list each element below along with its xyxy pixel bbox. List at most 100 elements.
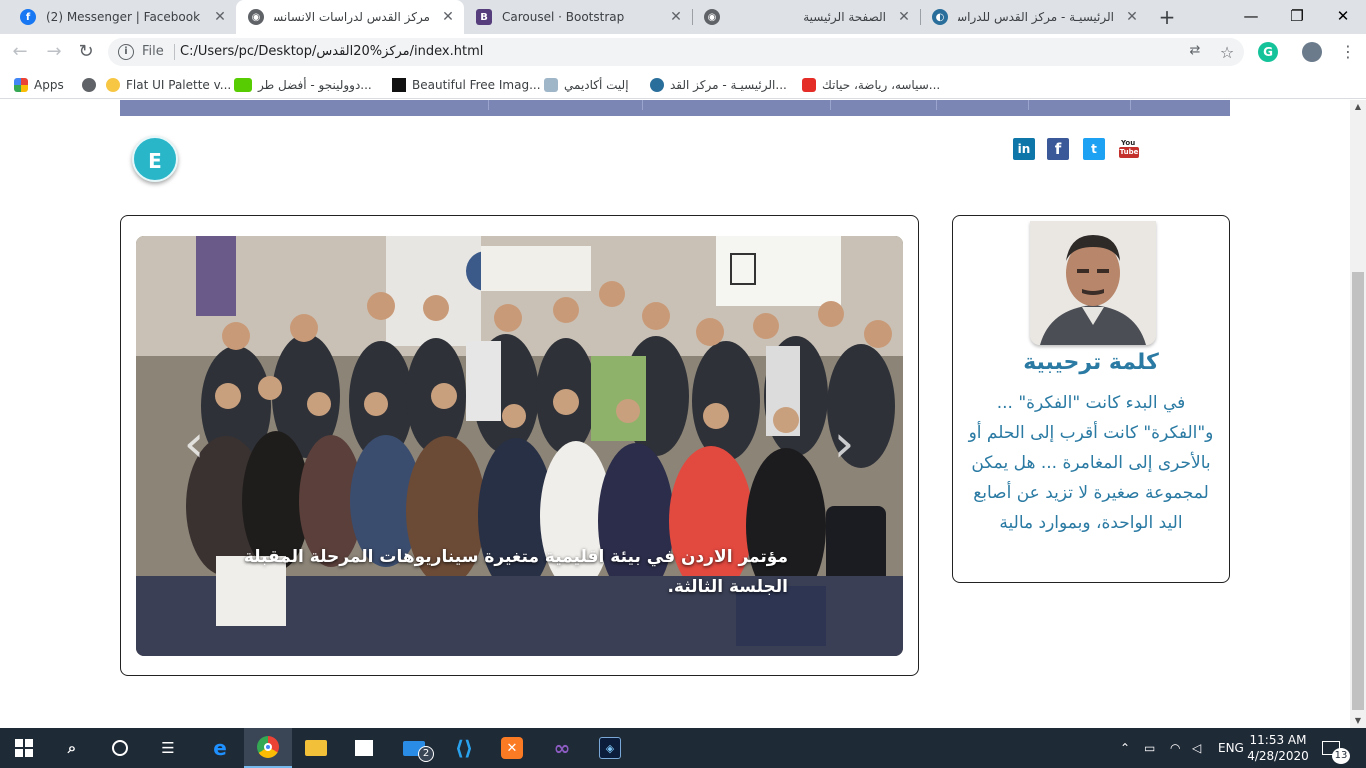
browser-toolbar: ← → ↻ i File C:/Users/pc/Desktop/مركز%20… [0, 34, 1366, 70]
vscode-icon[interactable]: ⟨⟩ [440, 728, 488, 768]
visual-studio-icon[interactable]: ∞ [538, 728, 586, 768]
show-hidden-icons-icon[interactable]: ⌃ [1120, 728, 1130, 768]
close-tab-icon[interactable]: ✕ [210, 9, 230, 25]
linkedin-icon[interactable]: in [1013, 138, 1035, 160]
bookmark-flat-ui[interactable]: Flat UI Palette v... [106, 75, 231, 95]
grammarly-icon[interactable]: G [1258, 42, 1278, 62]
bookmark-duolingo[interactable]: دوولينجو - أفضل طر... [234, 75, 372, 95]
welcome-text: في البدء كانت "الفكرة" ... و"الفكرة" كان… [968, 393, 1214, 533]
photoshop-icon[interactable]: ◈ [586, 728, 634, 768]
menu-icon[interactable]: ⋮ [1334, 38, 1362, 66]
bookmark-news[interactable]: سياسه، رياضة، حياتك... [802, 75, 940, 95]
close-tab-icon[interactable]: ✕ [438, 9, 458, 25]
carousel-slide[interactable]: مؤتمر الاردن في بيئة اقليمية متغيرة سينا… [136, 236, 903, 656]
close-tab-icon[interactable]: ✕ [1122, 9, 1142, 25]
mail-icon[interactable]: 2 [390, 728, 438, 768]
bookmark-apps[interactable]: Apps [14, 75, 64, 95]
taskbar-clock[interactable]: 11:53 AM 4/28/2020 [1246, 732, 1310, 764]
bookmark-unsplash[interactable]: Beautiful Free Imag... [392, 75, 541, 95]
bootstrap-icon: B [476, 9, 492, 25]
chrome-icon[interactable] [244, 728, 292, 768]
tab-current[interactable]: ◉ مركز القدس لدراسات الانسانسة ✕ [236, 0, 464, 34]
tab-title: الرئيسيـة - مركز القدس للدراسات [958, 10, 1114, 24]
news-carousel-card: مؤتمر الاردن في بيئة اقليمية متغيرة سينا… [120, 215, 919, 676]
windows-start-icon[interactable] [0, 728, 48, 768]
scroll-down-icon[interactable]: ▼ [1350, 714, 1366, 728]
apps-grid-icon [14, 78, 28, 92]
maximize-button[interactable]: ❐ [1274, 0, 1320, 34]
search-icon[interactable]: ⌕ [48, 728, 96, 768]
cortana-icon[interactable] [96, 728, 144, 768]
minimize-button[interactable]: — [1228, 0, 1274, 34]
close-window-button[interactable]: ✕ [1320, 0, 1366, 34]
clock-date: 4/28/2020 [1247, 749, 1309, 763]
edge-icon[interactable]: e [196, 728, 244, 768]
info-icon[interactable]: i [118, 44, 134, 60]
url-text[interactable]: C:/Users/pc/Desktop/مركز%20القدس/index.h… [180, 44, 483, 59]
globe-icon: ◉ [704, 9, 720, 25]
language-switch-button[interactable]: E [132, 136, 178, 182]
translate-icon[interactable]: ⇄ [1186, 43, 1204, 61]
site-nav-bar [120, 100, 1230, 116]
site-logo-icon: ◐ [932, 9, 948, 25]
scroll-up-icon[interactable]: ▲ [1350, 100, 1366, 114]
duolingo-icon [234, 78, 252, 92]
globe-icon: ◉ [248, 9, 264, 25]
elite-icon [544, 78, 558, 92]
scroll-thumb[interactable] [1352, 272, 1364, 710]
wifi-icon[interactable]: ◠ [1170, 728, 1180, 768]
file-explorer-icon[interactable] [292, 728, 340, 768]
tab-home[interactable]: ◉ الصفحة الرئيسية ✕ [692, 0, 920, 34]
task-view-icon[interactable]: ☰ [144, 728, 192, 768]
bookmark-alquds[interactable]: الرئيسيـة - مركز القد... [650, 75, 787, 95]
tab-alquds[interactable]: ◐ الرئيسيـة - مركز القدس للدراسات ✕ [920, 0, 1148, 34]
tab-title: مركز القدس لدراسات الانسانسة [274, 10, 430, 24]
clock-time: 11:53 AM [1249, 733, 1307, 747]
tab-strip: f (2) Messenger | Facebook ✕ ◉ مركز القد… [0, 0, 1366, 34]
youtube-icon[interactable]: You Tube [1118, 138, 1140, 160]
carousel-next-button[interactable]: › [824, 418, 864, 470]
back-button[interactable]: ← [6, 38, 34, 66]
reload-button[interactable]: ↻ [72, 38, 100, 66]
forward-button[interactable]: → [40, 38, 68, 66]
carousel-prev-button[interactable]: ‹ [174, 418, 214, 470]
site-logo-icon [650, 78, 664, 92]
close-tab-icon[interactable]: ✕ [894, 9, 914, 25]
welcome-card: كلمة ترحيبية في البدء كانت "الفكرة" ... … [952, 215, 1230, 583]
tab-facebook[interactable]: f (2) Messenger | Facebook ✕ [8, 0, 236, 34]
unsplash-icon [392, 78, 406, 92]
battery-icon[interactable]: ▭ [1144, 728, 1155, 768]
tab-title: Carousel · Bootstrap [502, 10, 625, 24]
new-tab-button[interactable]: + [1154, 4, 1180, 30]
bookmark-globe[interactable] [82, 75, 102, 95]
welcome-title: كلمة ترحيبية [1023, 350, 1159, 375]
close-tab-icon[interactable]: ✕ [666, 9, 686, 25]
volume-icon[interactable]: ◁ [1192, 728, 1201, 768]
language-indicator[interactable]: ENG [1218, 728, 1244, 768]
director-portrait [1030, 221, 1156, 345]
tab-title: (2) Messenger | Facebook [46, 10, 201, 24]
tab-title: الصفحة الرئيسية [803, 10, 886, 24]
page-scrollbar[interactable]: ▲ ▼ [1350, 100, 1366, 728]
bookmarks-bar: Apps Flat UI Palette v... دوولينجو - أفض… [0, 70, 1366, 99]
emoji-icon [106, 78, 120, 92]
carousel-caption: مؤتمر الاردن في بيئة اقليمية متغيرة سينا… [243, 547, 788, 597]
page-viewport: E in f t You Tube مؤتمر الاردن في بيئة ا… [0, 100, 1350, 728]
globe-icon [82, 78, 96, 92]
xampp-icon[interactable]: ✕ [488, 728, 536, 768]
notifications-icon[interactable]: 13 [1322, 728, 1350, 768]
url-scheme: File [142, 44, 164, 59]
twitter-icon[interactable]: t [1083, 138, 1105, 160]
address-bar[interactable]: i File C:/Users/pc/Desktop/مركز%20القدس/… [108, 38, 1244, 66]
facebook-icon[interactable]: f [1047, 138, 1069, 160]
news-icon [802, 78, 816, 92]
store-icon[interactable] [340, 728, 388, 768]
bookmark-elite[interactable]: إليت أكاديمي [544, 75, 629, 95]
bookmark-star-icon[interactable]: ☆ [1218, 43, 1236, 62]
mail-badge: 2 [418, 746, 434, 762]
facebook-icon: f [20, 9, 36, 25]
avatar[interactable] [1302, 42, 1322, 62]
tab-bootstrap[interactable]: B Carousel · Bootstrap ✕ [464, 0, 692, 34]
notification-count: 13 [1332, 748, 1350, 764]
windows-taskbar: ⌕ ☰ e 2 ⟨⟩ ✕ ∞ ◈ ⌃ ▭ ◠ ◁ ENG 11:53 AM 4/… [0, 728, 1366, 768]
